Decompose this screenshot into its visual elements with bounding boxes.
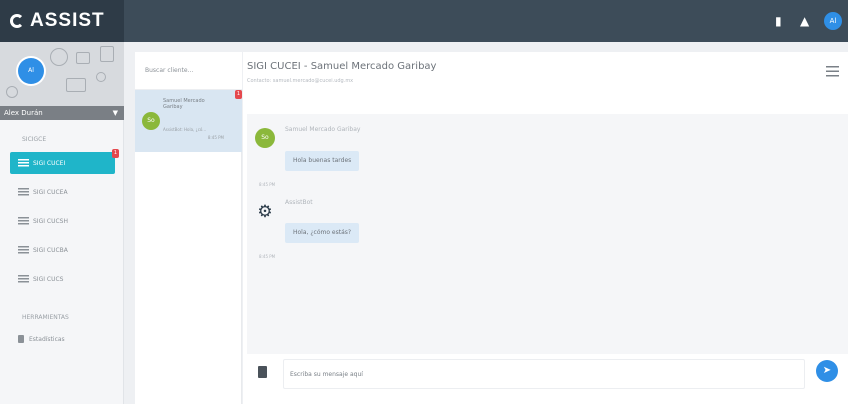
bell-icon[interactable]: ▲ [800, 13, 809, 29]
sidebar-item-label: SIGI CUCEA [33, 188, 68, 196]
list-icon [18, 188, 29, 196]
profile-name-bar[interactable]: Alex Durán ▼ [0, 106, 124, 120]
conversation-item[interactable]: So Samuel Mercado Garibay AssistBot: Hol… [135, 90, 242, 152]
conversation-name: Samuel Mercado Garibay [163, 98, 205, 110]
sidebar-item-sigi-cucs[interactable]: SIGI CUCS [10, 268, 115, 290]
sidebar-item-label: SIGI CUCEI [33, 159, 66, 167]
sidebar-item-label: Estadísticas [29, 335, 65, 343]
conversation-avatar: So [142, 112, 160, 130]
hamburger-menu-icon[interactable] [826, 66, 839, 77]
sidebar-item-sigi-cucei[interactable]: SIGI CUCEI 1 [10, 149, 119, 174]
robot-icon: ⚙ [257, 202, 273, 222]
list-icon [18, 275, 29, 283]
list-icon [18, 246, 29, 254]
chat-title: SIGI CUCEI - Samuel Mercado Garibay [247, 61, 437, 72]
message-time: 8:45 PM [259, 254, 276, 259]
brand-ring-icon [10, 14, 24, 28]
caret-down-icon: ▼ [112, 109, 118, 117]
send-button[interactable]: ➤ [816, 360, 838, 382]
conversation-time: 8:45 PM [207, 135, 224, 140]
message-sender: AssistBot [285, 199, 313, 206]
doodle-circle-icon [96, 72, 106, 82]
section-label: SICIGCE [22, 136, 47, 143]
profile-card[interactable]: Al Alex Durán ▼ [0, 42, 124, 120]
bookmark-icon[interactable]: ▮ [775, 13, 782, 29]
unread-badge: 1 [235, 90, 242, 99]
message-bubble: Hola, ¿cómo estás? [285, 223, 360, 243]
sidebar: Al Alex Durán ▼ SICIGCE SIGI CUCEI 1 SIG… [0, 42, 124, 404]
brand-name: ASSIST [30, 10, 105, 31]
sidebar-item-sigi-cucba[interactable]: SIGI CUCBA [10, 239, 115, 261]
sidebar-item-label: SIGI CUCS [33, 275, 64, 283]
doodle-square-icon [76, 52, 90, 64]
app: ASSIST ▮ ▲ Al Al Alex Durán ▼ SICIGCE SI… [0, 0, 848, 404]
attach-file-icon[interactable] [258, 366, 267, 378]
composer: ➤ [243, 354, 848, 404]
conversation-preview: AssistBot: Hola, ¿có... [163, 127, 207, 132]
list-icon [18, 159, 29, 167]
list-icon [18, 217, 29, 225]
sidebar-item-estadisticas[interactable]: Estadísticas [18, 332, 123, 346]
message-avatar: So [255, 128, 275, 148]
sidebar-item-label: SIGI CUCSH [33, 217, 68, 225]
doodle-square-icon [66, 78, 86, 92]
unread-badge: 1 [112, 149, 119, 158]
message-area[interactable]: So Samuel Mercado Garibay Hola buenas ta… [247, 114, 848, 354]
message-bubble: Hola buenas tardes [285, 151, 360, 171]
sidebar-item-sigi-cucea[interactable]: SIGI CUCEA [10, 181, 115, 203]
message-input[interactable] [283, 359, 805, 389]
profile-name: Alex Durán [4, 109, 43, 117]
chat-subtitle: Contacto: samuel.mercado@cucei.udg.mx [247, 78, 354, 84]
user-avatar[interactable]: Al [824, 12, 842, 30]
doodle-circle-icon [50, 48, 68, 66]
brand-logo[interactable]: ASSIST [0, 0, 124, 42]
doodle-circle-icon [6, 86, 18, 98]
message-time: 8:45 PM [259, 182, 276, 187]
sidebar-item-label: SIGI CUCBA [33, 246, 68, 254]
chart-icon [18, 335, 24, 343]
message-sender: Samuel Mercado Garibay [285, 126, 361, 133]
top-bar: ASSIST ▮ ▲ Al [0, 0, 848, 42]
conversation-list: So Samuel Mercado Garibay AssistBot: Hol… [135, 52, 242, 404]
sidebar-item-sigi-cucsh[interactable]: SIGI CUCSH [10, 210, 115, 232]
doodle-square-icon [100, 46, 114, 62]
paper-plane-icon: ➤ [822, 365, 832, 376]
chat-panel: SIGI CUCEI - Samuel Mercado Garibay Cont… [243, 52, 848, 404]
tools-label: HERRAMIENTAS [22, 314, 69, 321]
profile-avatar: Al [18, 58, 44, 84]
search-client-input[interactable] [135, 52, 242, 90]
